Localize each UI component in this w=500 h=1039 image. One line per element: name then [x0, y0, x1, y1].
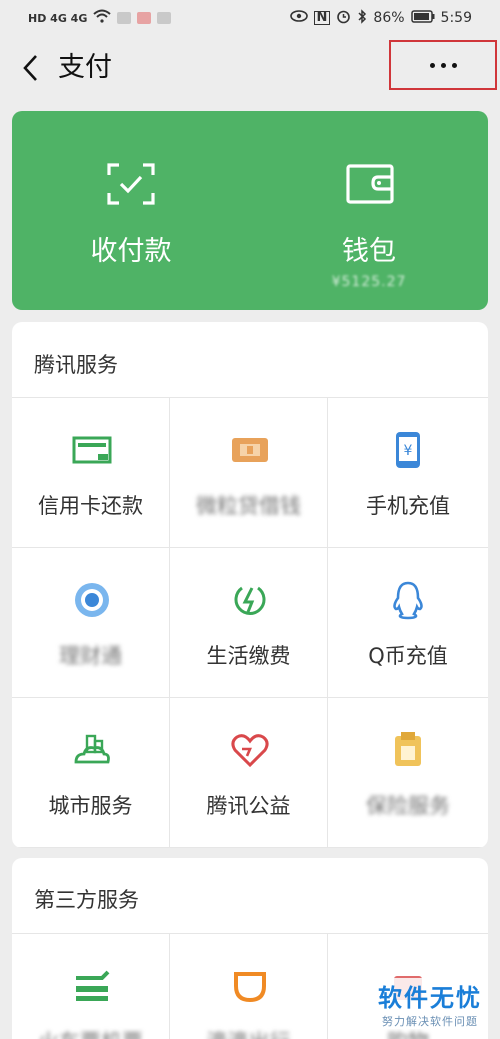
qq-coin-icon	[388, 580, 428, 620]
wealth-icon	[72, 580, 112, 620]
more-dots-icon	[429, 62, 435, 68]
service-label: 火车票机票	[12, 1026, 169, 1039]
wallet-icon	[346, 163, 394, 209]
service-bill-pay[interactable]: 生活缴费	[170, 548, 328, 698]
service-label: 微粒贷借钱	[196, 494, 301, 518]
more-options-button[interactable]	[389, 40, 497, 90]
payment-hero-card: 收付款 钱包 ¥5125.27	[12, 111, 488, 310]
insurance-icon	[388, 730, 428, 770]
wallet-label: 钱包	[342, 236, 396, 267]
credit-card-icon	[72, 430, 112, 470]
service-city[interactable]: 城市服务	[12, 698, 170, 848]
service-wealth[interactable]: 理财通	[12, 548, 170, 698]
watermark-logo: 软件无忧 努力解决软件问题	[378, 978, 482, 1029]
back-button[interactable]	[14, 50, 46, 86]
service-loan[interactable]: 微粒贷借钱	[170, 398, 328, 548]
watermark-subtitle: 努力解决软件问题	[382, 1015, 478, 1028]
svg-text:¥: ¥	[404, 443, 413, 459]
alarm-icon	[336, 9, 351, 28]
status-bar-left: HD 4G 4G	[28, 9, 172, 27]
phone-topup-icon: ¥	[388, 430, 428, 470]
service-charity[interactable]: 腾讯公益	[170, 698, 328, 848]
service-label: 保险服务	[366, 794, 450, 818]
wallet-balance: ¥5125.27	[331, 274, 407, 290]
service-label: 滴滴出行	[170, 1026, 327, 1039]
service-label: 理财通	[59, 644, 122, 668]
service-label: 信用卡还款	[38, 494, 143, 518]
city-services-icon	[72, 730, 112, 770]
eye-icon	[289, 10, 308, 26]
wifi-icon	[93, 9, 112, 27]
service-train-ticket[interactable]: 火车票机票	[12, 934, 170, 1039]
service-phone-topup[interactable]: ¥ 手机充值	[328, 398, 488, 548]
section-title: 腾讯服务	[34, 353, 118, 377]
charity-icon	[230, 730, 270, 770]
notification-icon	[137, 12, 152, 24]
service-insurance[interactable]: 保险服务	[328, 698, 488, 848]
train-ticket-icon	[72, 966, 112, 1006]
tencent-services-card: 腾讯服务 信用卡还款 微粒贷借钱 ¥ 手机充值 理财通 生活缴费 Q币充值 城市…	[12, 322, 488, 848]
battery-icon	[410, 9, 435, 27]
title-bar: 支付	[0, 36, 500, 100]
receive-pay-button[interactable]: 收付款	[12, 111, 250, 310]
scan-receive-icon	[107, 163, 155, 209]
ride-hailing-icon	[230, 966, 270, 1006]
service-label: Q币充值	[368, 644, 448, 668]
wallet-button[interactable]: 钱包 ¥5125.27	[250, 111, 488, 310]
loan-icon	[230, 430, 270, 470]
clock: 5:59	[440, 10, 472, 26]
service-qq-coin[interactable]: Q币充值	[328, 548, 488, 698]
notification-icon	[117, 12, 132, 24]
service-label: 生活缴费	[206, 644, 291, 668]
service-label: 手机充值	[366, 494, 450, 518]
status-bar-right: N 86% 5:59	[289, 8, 472, 28]
service-label: 腾讯公益	[206, 794, 291, 818]
status-bar: HD 4G 4G N 86% 5:59	[0, 0, 500, 36]
tencent-services-grid: 信用卡还款 微粒贷借钱 ¥ 手机充值 理财通 生活缴费 Q币充值 城市服务 腾讯…	[12, 397, 488, 848]
service-ride-hailing[interactable]: 滴滴出行	[170, 934, 328, 1039]
bluetooth-icon	[357, 8, 367, 28]
page-title: 支付	[58, 52, 112, 83]
section-title: 第三方服务	[34, 888, 139, 912]
bill-pay-icon	[230, 580, 270, 620]
watermark-title: 软件无忧	[378, 984, 482, 1012]
back-chevron-icon	[23, 55, 37, 81]
service-label: 城市服务	[48, 794, 133, 818]
notification-icon	[157, 12, 172, 24]
nfc-icon: N	[313, 11, 331, 25]
service-credit-card[interactable]: 信用卡还款	[12, 398, 170, 548]
battery-percent: 86%	[373, 10, 405, 26]
network-indicator: HD 4G 4G	[28, 11, 88, 25]
receive-pay-label: 收付款	[90, 236, 172, 267]
